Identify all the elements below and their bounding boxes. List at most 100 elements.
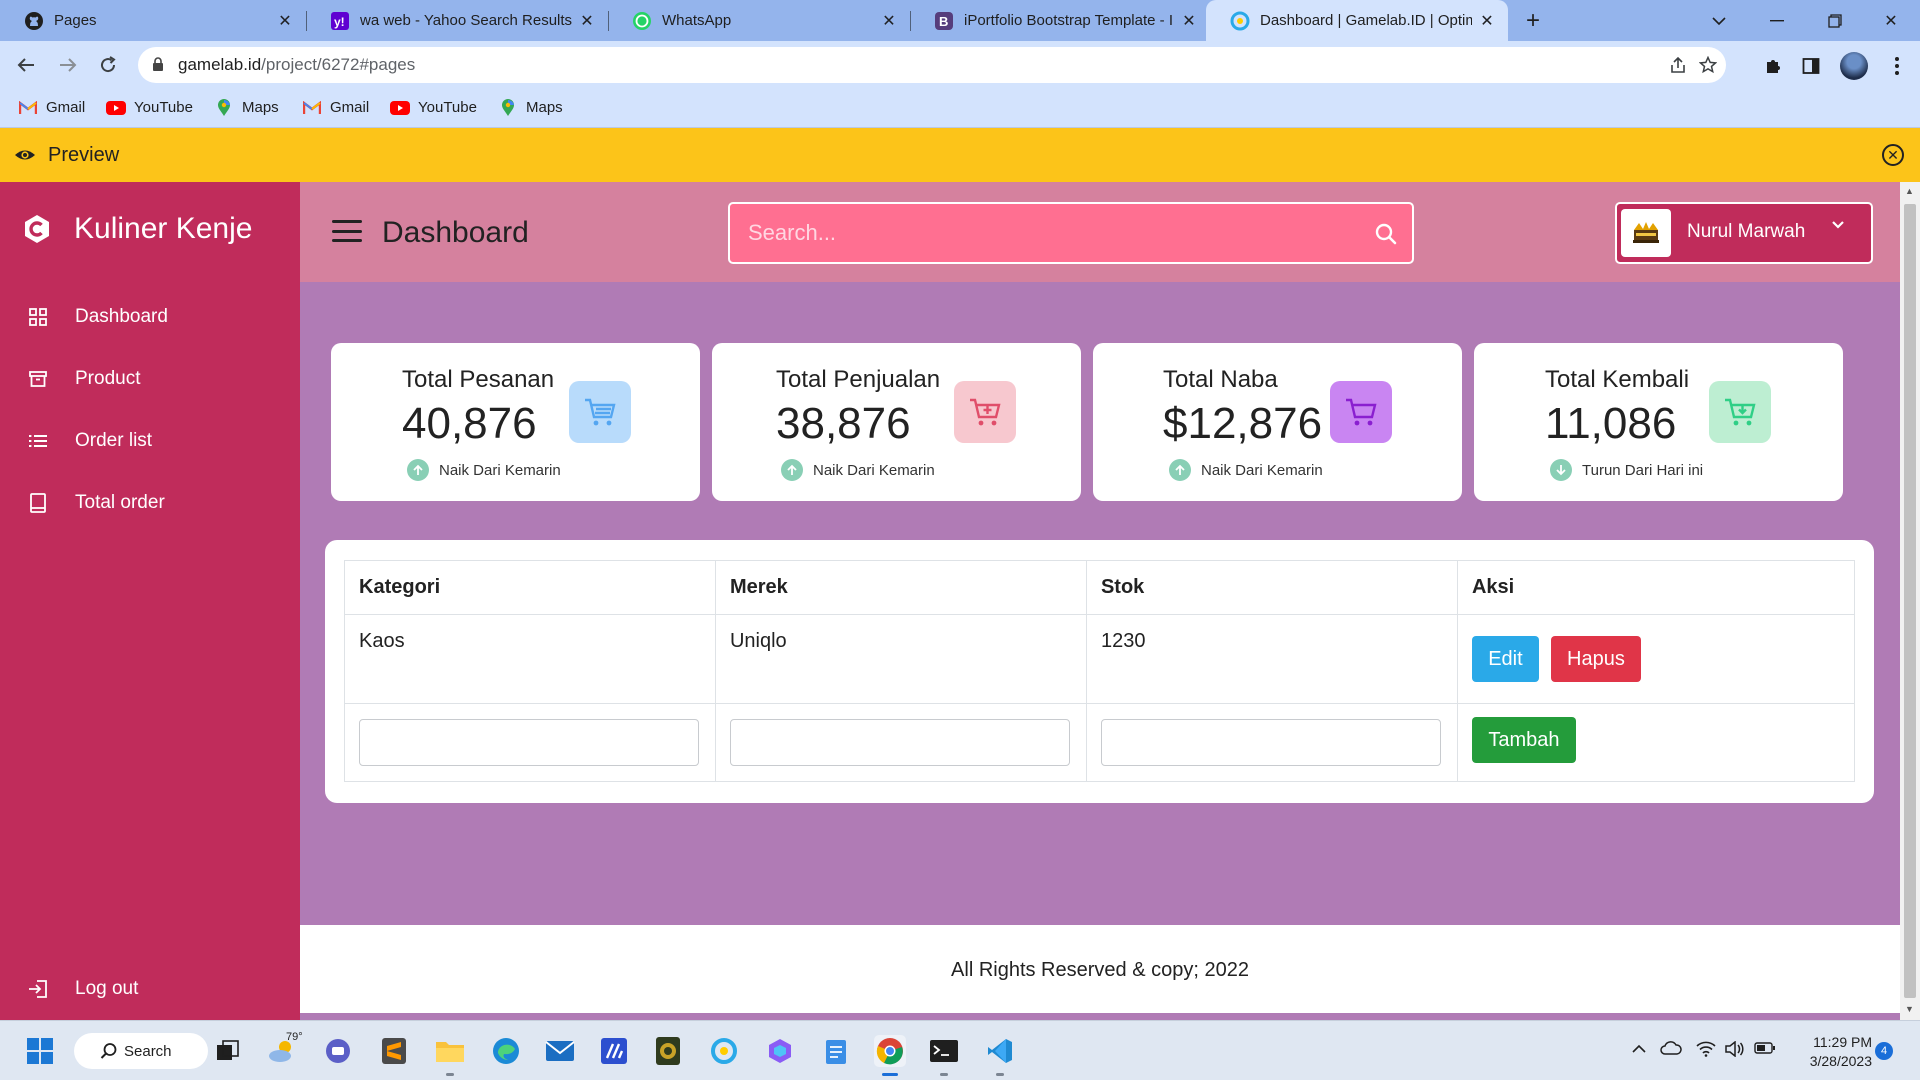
extensions-puzzle-icon[interactable]	[1762, 55, 1784, 77]
sidebar-item-label: Product	[75, 368, 141, 389]
page-scrollbar[interactable]: ▲ ▼	[1900, 182, 1920, 1020]
bookmark-maps[interactable]: Maps	[498, 98, 563, 116]
restore-icon[interactable]	[1806, 0, 1864, 41]
bookmark-label: Maps	[526, 99, 563, 116]
close-icon[interactable]: ✕	[1478, 11, 1496, 31]
system-clock[interactable]: 11:29 PM 3/28/2023	[1796, 1033, 1872, 1071]
logout-label: Log out	[75, 978, 139, 999]
sidebar-item-total-order[interactable]: Total order	[28, 492, 165, 514]
scroll-down-icon[interactable]: ▼	[1905, 1004, 1914, 1014]
tab-dashboard-gamelab[interactable]: Dashboard | Gamelab.ID | Optimi ✕	[1206, 0, 1508, 41]
sidebar-item-product[interactable]: Product	[28, 368, 140, 390]
close-preview-icon[interactable]: ✕	[1882, 144, 1904, 166]
taskbar-search[interactable]: Search	[74, 1033, 208, 1069]
bookmark-star-icon[interactable]	[1698, 55, 1718, 75]
tab-search-chevron-icon[interactable]	[1690, 0, 1748, 41]
stock-table-card: Kategori Merek Stok Aksi Kaos Uniqlo 123…	[325, 540, 1874, 803]
side-panel-icon[interactable]	[1800, 55, 1822, 77]
hamburger-menu-icon[interactable]	[332, 220, 362, 242]
column-header-kategori: Kategori	[344, 560, 716, 615]
column-header-aksi: Aksi	[1456, 560, 1856, 615]
tab-title: WhatsApp	[662, 12, 732, 29]
reload-icon[interactable]	[92, 49, 124, 81]
kategori-input[interactable]	[359, 719, 699, 766]
tab-pages[interactable]: Pages ✕	[0, 0, 306, 41]
weather-temperature: 79°	[286, 1031, 303, 1043]
close-window-icon[interactable]: ✕	[1862, 0, 1920, 41]
gamelab-app-icon[interactable]	[708, 1035, 740, 1067]
cell-aksi: Edit Hapus	[1456, 614, 1856, 704]
stok-input[interactable]	[1100, 719, 1441, 766]
forward-arrow-icon[interactable]	[52, 49, 84, 81]
box-icon	[28, 369, 48, 389]
tab-iportfolio[interactable]: B iPortfolio Bootstrap Template - In ✕	[910, 0, 1210, 41]
vscode-alt-icon[interactable]	[598, 1035, 630, 1067]
edit-button[interactable]: Edit	[1471, 636, 1539, 682]
task-view-icon[interactable]	[212, 1035, 244, 1067]
edge-browser-icon[interactable]	[490, 1035, 522, 1067]
copilot-icon[interactable]	[764, 1035, 796, 1067]
share-icon[interactable]	[1668, 55, 1688, 75]
bookmark-label: Gmail	[46, 99, 86, 116]
show-hidden-icons-chevron-icon[interactable]	[1632, 1041, 1646, 1057]
clock-time: 11:29 PM	[1813, 1034, 1872, 1050]
merek-input[interactable]	[729, 719, 1070, 766]
game-app-icon[interactable]	[652, 1035, 684, 1067]
chrome-icon[interactable]	[874, 1035, 906, 1067]
arrow-up-icon	[781, 459, 803, 481]
user-menu[interactable]: Nurul Marwah	[1615, 202, 1873, 264]
logout-button[interactable]: Log out	[28, 978, 138, 1000]
notification-badge[interactable]: 4	[1875, 1042, 1893, 1060]
profile-avatar[interactable]	[1840, 52, 1868, 80]
preview-bar: Preview ✕	[0, 128, 1920, 182]
close-icon[interactable]: ✕	[276, 11, 294, 31]
bookmark-gmail[interactable]: Gmail	[18, 99, 85, 116]
vscode-icon[interactable]	[984, 1035, 1016, 1067]
teams-chat-icon[interactable]	[322, 1035, 354, 1067]
mail-icon[interactable]	[544, 1035, 576, 1067]
address-bar[interactable]: gamelab.id/project/6272#pages	[138, 47, 1726, 83]
table-header-row: Kategori Merek Stok Aksi	[344, 560, 1856, 615]
bookmark-youtube[interactable]: YouTube	[106, 99, 193, 116]
file-explorer-icon[interactable]	[434, 1035, 466, 1067]
bookmark-maps[interactable]: Maps	[214, 98, 279, 116]
stat-title: Total Penjualan	[776, 366, 941, 393]
add-button[interactable]: Tambah	[1471, 717, 1576, 763]
gmail-icon	[18, 100, 38, 116]
back-arrow-icon[interactable]	[10, 49, 42, 81]
chevron-down-icon[interactable]	[1829, 216, 1847, 234]
close-icon[interactable]: ✕	[578, 11, 596, 31]
scroll-up-icon[interactable]: ▲	[1905, 186, 1914, 196]
search-icon[interactable]	[1374, 222, 1398, 246]
volume-icon[interactable]	[1724, 1040, 1744, 1060]
sublime-text-icon[interactable]	[378, 1035, 410, 1067]
sidebar-item-dashboard[interactable]: Dashboard	[28, 306, 168, 328]
stat-title: Total Naba	[1163, 366, 1278, 393]
tab-whatsapp[interactable]: WhatsApp ✕	[608, 0, 910, 41]
bookmark-gmail[interactable]: Gmail	[302, 99, 369, 116]
onedrive-cloud-icon[interactable]	[1660, 1041, 1682, 1058]
battery-icon[interactable]	[1754, 1041, 1776, 1057]
wifi-icon[interactable]	[1696, 1041, 1716, 1060]
terminal-icon[interactable]	[928, 1035, 960, 1067]
brand-logo-icon	[22, 214, 52, 244]
close-icon[interactable]: ✕	[880, 11, 898, 31]
brand[interactable]: Kuliner Kenje	[22, 212, 252, 246]
bookmarks-bar: Gmail YouTube Maps Gmail YouTube Maps	[0, 90, 1920, 128]
windows-start-icon[interactable]	[24, 1035, 56, 1067]
stat-trend-label: Turun Dari Hari ini	[1582, 461, 1704, 479]
notepad-icon[interactable]	[820, 1035, 852, 1067]
search-input[interactable]	[730, 204, 1330, 262]
avatar	[1621, 209, 1671, 257]
stat-value: 40,876	[402, 399, 537, 448]
delete-button[interactable]: Hapus	[1550, 636, 1641, 682]
new-tab-button[interactable]: +	[1518, 6, 1548, 36]
scrollbar-thumb[interactable]	[1904, 204, 1916, 998]
tab-yahoo[interactable]: y! wa web - Yahoo Search Results ✕	[306, 0, 608, 41]
new-item-row: Tambah	[344, 703, 1856, 782]
kebab-menu-icon[interactable]	[1886, 55, 1908, 77]
sidebar-item-order-list[interactable]: Order list	[28, 430, 152, 452]
bookmark-youtube[interactable]: YouTube	[390, 99, 477, 116]
close-icon[interactable]: ✕	[1180, 11, 1198, 31]
minimize-icon[interactable]	[1748, 0, 1806, 41]
